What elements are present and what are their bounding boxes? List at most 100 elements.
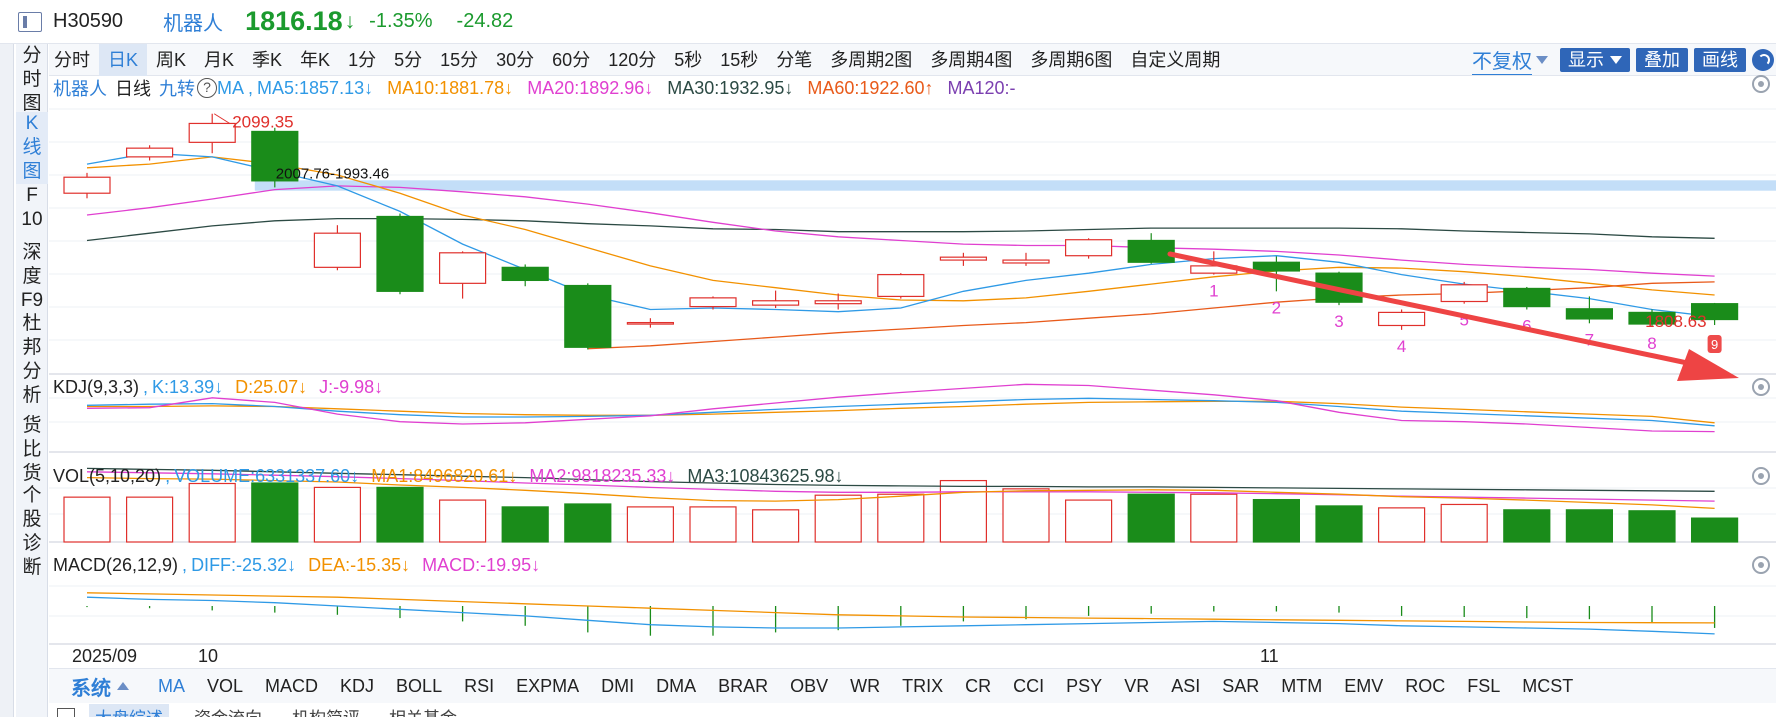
tab-period-3[interactable]: 月K	[195, 44, 243, 76]
tab-indicator-4[interactable]: BOLL	[385, 676, 453, 697]
tab-indicator-13[interactable]: CR	[954, 676, 1002, 697]
volume-bar-down	[376, 486, 424, 543]
tab-indicator-16[interactable]: VR	[1113, 676, 1160, 697]
tab-indicator-1[interactable]: VOL	[196, 676, 254, 697]
nine-count-label: 2	[1272, 298, 1281, 317]
volume-bar-up	[1440, 503, 1488, 543]
tab-period-11[interactable]: 120分	[599, 44, 665, 76]
refresh-icon[interactable]	[1752, 49, 1774, 71]
stock-name[interactable]: 机器人	[163, 7, 223, 36]
tab-indicator-15[interactable]: PSY	[1055, 676, 1113, 697]
tab-indicator-7[interactable]: DMI	[590, 676, 645, 697]
sidebar-item-char: 货	[22, 463, 42, 484]
legend-jiuzhuan[interactable]: 九转	[159, 75, 195, 101]
sidebar-item-5[interactable]: 货比货	[16, 414, 48, 486]
bottom-tab-2[interactable]: 机构简评	[292, 704, 360, 717]
bottom-tab-3[interactable]: 相关基金	[389, 704, 457, 717]
tab-indicator-22[interactable]: FSL	[1456, 676, 1511, 697]
candle-up	[626, 321, 675, 325]
fuquan-select[interactable]: 不复权	[1472, 45, 1532, 75]
draw-line-button[interactable]: 画线	[1694, 48, 1746, 72]
system-menu[interactable]: 系统	[71, 672, 147, 701]
tab-indicator-6[interactable]: EXPMA	[505, 676, 590, 697]
main-legend: 机器人 日线 九转 ? MA , MA5:1857.13↓ MA10:1881.…	[53, 75, 1016, 101]
panel-toggle-icon[interactable]	[18, 11, 42, 32]
fuquan-caret-icon[interactable]	[1536, 56, 1548, 64]
sidebar-item-char: 诊	[22, 533, 42, 554]
volume-bar-up	[1064, 499, 1113, 543]
overlay-button[interactable]: 叠加	[1636, 48, 1688, 72]
tab-period-4[interactable]: 季K	[243, 44, 291, 76]
volume-bar-up	[1002, 488, 1050, 543]
sidebar-item-3[interactable]: 深度 F9	[16, 241, 48, 313]
nine-count-label: 4	[1397, 337, 1406, 356]
sidebar-item-4[interactable]: 杜邦分析	[16, 312, 48, 408]
volume-bar-up	[1377, 507, 1426, 543]
tab-indicator-23[interactable]: MCST	[1511, 676, 1584, 697]
candle-up	[939, 256, 988, 261]
bottom-tabs: 大盘综述 资金流向 机构简评 相关基金	[49, 703, 1776, 717]
sidebar-item-0[interactable]: 分时图	[16, 44, 48, 116]
vol-settings-gear-icon[interactable]	[1752, 467, 1770, 485]
tab-period-1[interactable]: 日K	[99, 43, 148, 76]
tab-period-0[interactable]: 分时	[45, 44, 99, 76]
tab-period-15[interactable]: 多周期2图	[821, 44, 921, 76]
tab-indicator-18[interactable]: SAR	[1211, 676, 1270, 697]
tab-period-14[interactable]: 分笔	[767, 44, 821, 76]
tab-indicator-20[interactable]: EMV	[1333, 676, 1394, 697]
help-icon[interactable]: ?	[197, 78, 217, 98]
sidebar-item-1[interactable]: K线图	[16, 112, 48, 184]
kdj-settings-gear-icon[interactable]	[1752, 378, 1770, 396]
bottom-checkbox[interactable]	[57, 708, 75, 717]
macd-dea-value: DEA:-15.35↓	[308, 555, 411, 575]
tab-period-8[interactable]: 15分	[431, 44, 487, 76]
tab-indicator-9[interactable]: BRAR	[707, 676, 779, 697]
volume-bar-up	[626, 506, 675, 543]
change-amount: -24.82	[456, 10, 514, 32]
high-pointer	[213, 113, 231, 125]
sidebar-item-6[interactable]: 个股诊断	[16, 484, 48, 580]
tab-indicator-10[interactable]: OBV	[779, 676, 839, 697]
tab-indicator-14[interactable]: CCI	[1002, 676, 1055, 697]
vol-volume-value: VOLUME:6331337.60↓	[174, 466, 360, 486]
macd-settings-gear-icon[interactable]	[1752, 556, 1770, 574]
tab-indicator-5[interactable]: RSI	[453, 676, 505, 697]
candle-down	[1503, 287, 1551, 308]
tab-period-2[interactable]: 周K	[147, 44, 195, 76]
bottom-tab-0[interactable]: 大盘综述	[89, 704, 169, 717]
bottom-tab-1[interactable]: 资金流向	[194, 704, 262, 717]
tab-indicator-8[interactable]: DMA	[645, 676, 707, 697]
vol-legend: VOL(5,10,20) , VOLUME:6331337.60↓ MA1:84…	[53, 466, 844, 486]
tab-indicator-19[interactable]: MTM	[1270, 676, 1333, 697]
tab-period-17[interactable]: 多周期6图	[1021, 44, 1121, 76]
tab-period-6[interactable]: 1分	[339, 44, 385, 76]
tab-period-12[interactable]: 5秒	[665, 44, 711, 76]
sidebar-item-char: 图	[22, 161, 42, 182]
tab-indicator-17[interactable]: ASI	[1160, 676, 1211, 697]
date-axis: 2025/09 10 11	[49, 646, 1776, 668]
tab-period-16[interactable]: 多周期4图	[921, 44, 1021, 76]
kdj-j-value: J:-9.98↓	[319, 377, 384, 397]
price-down-arrow-icon: ↓	[344, 9, 356, 33]
tab-indicator-12[interactable]: TRIX	[891, 676, 954, 697]
volume-bar-up	[814, 494, 862, 543]
tab-indicator-11[interactable]: WR	[839, 676, 891, 697]
trend-arrow-head	[1677, 349, 1739, 381]
candle-up	[877, 274, 925, 298]
tab-period-10[interactable]: 60分	[543, 44, 599, 76]
tab-indicator-21[interactable]: ROC	[1394, 676, 1456, 697]
sidebar-item-char: 断	[22, 557, 42, 578]
tab-period-7[interactable]: 5分	[385, 44, 431, 76]
display-button[interactable]: 显示	[1560, 48, 1630, 72]
tab-indicator-2[interactable]: MACD	[254, 676, 329, 697]
sidebar-item-char: 分	[22, 361, 42, 382]
macd-diff-value: DIFF:-25.32↓	[191, 555, 297, 575]
tab-period-18[interactable]: 自定义周期	[1121, 44, 1229, 76]
sidebar-item-2[interactable]: F 10	[16, 184, 48, 232]
tab-period-13[interactable]: 15秒	[711, 44, 767, 76]
tab-period-5[interactable]: 年K	[291, 44, 339, 76]
tab-indicator-3[interactable]: KDJ	[329, 676, 385, 697]
tab-indicator-0[interactable]: MA	[147, 676, 196, 697]
tab-period-9[interactable]: 30分	[487, 44, 543, 76]
main-settings-gear-icon[interactable]	[1752, 75, 1770, 93]
